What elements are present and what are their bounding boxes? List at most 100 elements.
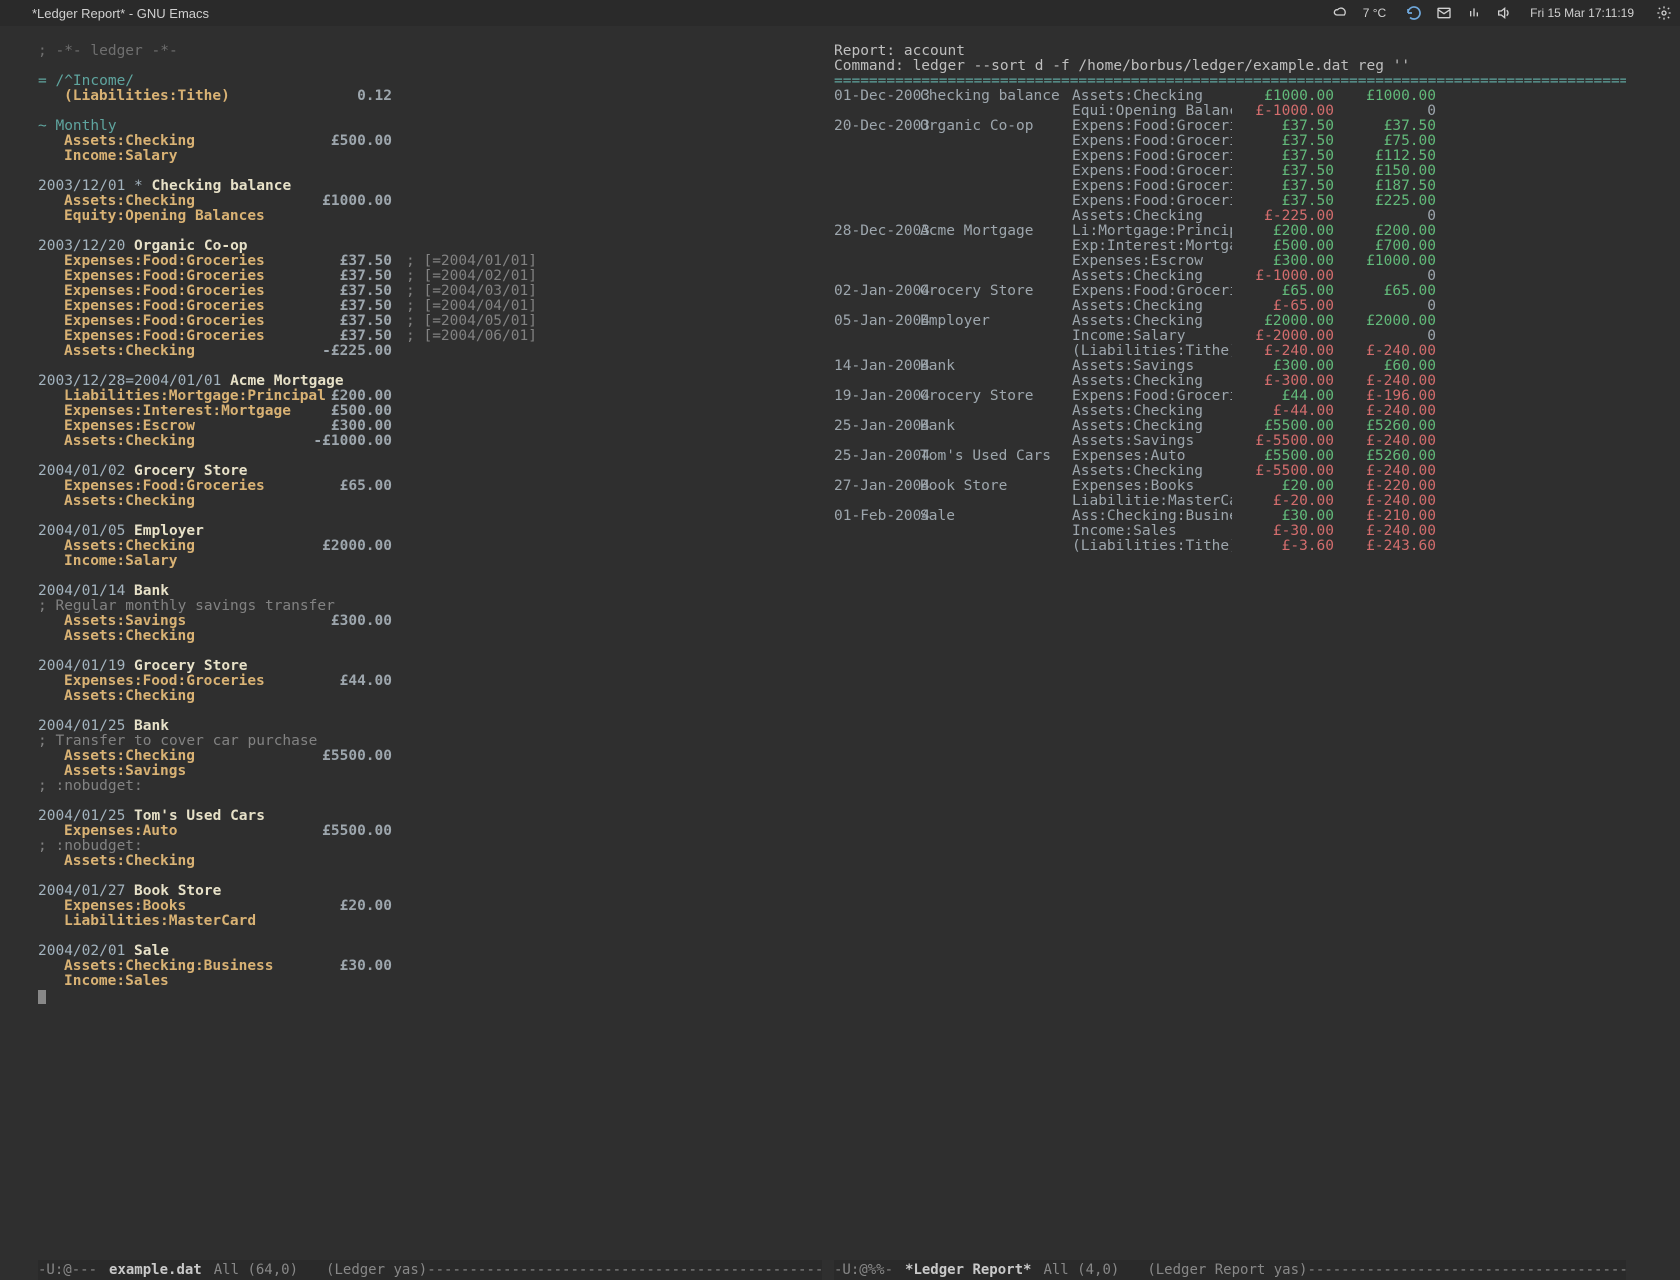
amount: £37.50 bbox=[300, 284, 392, 299]
posting-line: Assets:Checking bbox=[38, 629, 822, 644]
source-line: 2004/01/19 Grocery Store bbox=[38, 659, 822, 674]
report-account: Assets:Checking bbox=[1072, 269, 1232, 284]
report-row: 25-Jan-2004Tom's Used CarsExpenses:Auto£… bbox=[834, 449, 1626, 464]
report-account: Income:Salary bbox=[1072, 329, 1232, 344]
amount: £5500.00 bbox=[300, 749, 392, 764]
report-account: Expens:Food:Groceries bbox=[1072, 179, 1232, 194]
posting-note: ; [=2004/03/01] bbox=[392, 284, 537, 299]
report-balance: £150.00 bbox=[1334, 164, 1436, 179]
account-name: Assets:Checking bbox=[64, 749, 300, 764]
account-name: Assets:Checking bbox=[64, 629, 300, 644]
source-line: ~ Monthly bbox=[38, 119, 822, 134]
account-name: Equity:Opening Balances bbox=[64, 209, 300, 224]
report-row: 01-Dec-2003Checking balanceAssets:Checki… bbox=[834, 89, 1626, 104]
report-date bbox=[834, 299, 920, 314]
report-balance: £37.50 bbox=[1334, 119, 1436, 134]
source-line: ; :nobudget: bbox=[38, 839, 822, 854]
report-amount: £300.00 bbox=[1232, 359, 1334, 374]
report-payee bbox=[920, 164, 1072, 179]
report-payee bbox=[920, 134, 1072, 149]
report-date: 20-Dec-2003 bbox=[834, 119, 920, 134]
amount bbox=[300, 974, 392, 989]
report-payee: Organic Co-op bbox=[920, 119, 1072, 134]
report-date: 25-Jan-2004 bbox=[834, 419, 920, 434]
source-line: 2004/01/25 Tom's Used Cars bbox=[38, 809, 822, 824]
report-account: Equi:Opening Balances bbox=[1072, 104, 1232, 119]
amount: £37.50 bbox=[300, 299, 392, 314]
account-name: Expenses:Food:Groceries bbox=[64, 299, 300, 314]
account-name: Expenses:Interest:Mortgage bbox=[64, 404, 300, 419]
report-payee bbox=[920, 464, 1072, 479]
ledger-source-buffer[interactable]: ; -*- ledger -*- = /^Income/(Liabilities… bbox=[38, 44, 822, 1256]
report-account: Assets:Checking bbox=[1072, 314, 1232, 329]
report-account: Assets:Checking bbox=[1072, 404, 1232, 419]
report-account: Ass:Checking:Business bbox=[1072, 509, 1232, 524]
report-amount: £-240.00 bbox=[1232, 344, 1334, 359]
source-line: 2004/01/14 Bank bbox=[38, 584, 822, 599]
posting-line: Assets:Checking£5500.00 bbox=[38, 749, 822, 764]
ledger-report-buffer[interactable]: Report: accountCommand: ledger --sort d … bbox=[834, 44, 1626, 1256]
report-balance: £1000.00 bbox=[1334, 254, 1436, 269]
report-date: 14-Jan-2004 bbox=[834, 359, 920, 374]
report-row: Expens:Food:Groceries£37.50£150.00 bbox=[834, 164, 1626, 179]
report-payee bbox=[920, 539, 1072, 554]
source-line bbox=[38, 359, 822, 374]
report-date: 02-Jan-2004 bbox=[834, 284, 920, 299]
amount: £37.50 bbox=[300, 329, 392, 344]
modeline-left: -U:@--- example.dat All (64,0) (Ledger y… bbox=[38, 1260, 822, 1280]
report-row: 25-Jan-2004BankAssets:Checking£5500.00£5… bbox=[834, 419, 1626, 434]
settings-icon[interactable] bbox=[1656, 5, 1672, 21]
report-row: Expenses:Escrow£300.00£1000.00 bbox=[834, 254, 1626, 269]
posting-line: Expenses:Interest:Mortgage£500.00 bbox=[38, 404, 822, 419]
report-amount: £20.00 bbox=[1232, 479, 1334, 494]
report-balance: £187.50 bbox=[1334, 179, 1436, 194]
posting-line: Assets:Savings£300.00 bbox=[38, 614, 822, 629]
report-date: 27-Jan-2004 bbox=[834, 479, 920, 494]
amount bbox=[300, 209, 392, 224]
source-line bbox=[38, 794, 822, 809]
amount bbox=[300, 914, 392, 929]
modeline-mode: (Ledger Report yas) bbox=[1147, 1263, 1307, 1278]
source-line: ; Transfer to cover car purchase bbox=[38, 734, 822, 749]
report-balance: £-220.00 bbox=[1334, 479, 1436, 494]
amount bbox=[300, 689, 392, 704]
report-amount: £-3.60 bbox=[1232, 539, 1334, 554]
network-icon[interactable] bbox=[1466, 5, 1482, 21]
report-row: 27-Jan-2004Book StoreExpenses:Books£20.0… bbox=[834, 479, 1626, 494]
posting-line: Expenses:Auto£5500.00 bbox=[38, 824, 822, 839]
report-amount: £-2000.00 bbox=[1232, 329, 1334, 344]
report-payee bbox=[920, 344, 1072, 359]
report-row: (Liabilities:Tithe)£-3.60£-243.60 bbox=[834, 539, 1626, 554]
source-line bbox=[38, 569, 822, 584]
amount bbox=[300, 764, 392, 779]
source-line bbox=[38, 869, 822, 884]
account-name: Assets:Checking bbox=[64, 854, 300, 869]
volume-icon[interactable] bbox=[1496, 5, 1512, 21]
refresh-icon[interactable] bbox=[1406, 5, 1422, 21]
posting-line: Expenses:Food:Groceries£44.00 bbox=[38, 674, 822, 689]
source-line: 2004/02/01 Sale bbox=[38, 944, 822, 959]
report-amount: £2000.00 bbox=[1232, 314, 1334, 329]
source-line: = /^Income/ bbox=[38, 74, 822, 89]
report-balance: 0 bbox=[1334, 104, 1436, 119]
report-balance: £-210.00 bbox=[1334, 509, 1436, 524]
report-account: Expens:Food:Groceries bbox=[1072, 164, 1232, 179]
posting-line: Assets:Checking bbox=[38, 689, 822, 704]
mail-icon[interactable] bbox=[1436, 5, 1452, 21]
emacs-frame: ; -*- ledger -*- = /^Income/(Liabilities… bbox=[0, 26, 1680, 1280]
amount: £300.00 bbox=[300, 614, 392, 629]
amount: £5500.00 bbox=[300, 824, 392, 839]
report-date: 01-Dec-2003 bbox=[834, 89, 920, 104]
source-line: ; :nobudget: bbox=[38, 779, 822, 794]
report-account: (Liabilities:Tithe) bbox=[1072, 539, 1232, 554]
report-date bbox=[834, 329, 920, 344]
report-row: 28-Dec-2003Acme MortgageLi:Mortgage:Prin… bbox=[834, 224, 1626, 239]
account-name: Expenses:Food:Groceries bbox=[64, 314, 300, 329]
source-line: 2003/12/28=2004/01/01 Acme Mortgage bbox=[38, 374, 822, 389]
amount bbox=[300, 629, 392, 644]
report-balance: £200.00 bbox=[1334, 224, 1436, 239]
report-row: Liabilitie:MasterCard£-20.00£-240.00 bbox=[834, 494, 1626, 509]
report-date bbox=[834, 179, 920, 194]
report-amount: £65.00 bbox=[1232, 284, 1334, 299]
report-amount: £1000.00 bbox=[1232, 89, 1334, 104]
